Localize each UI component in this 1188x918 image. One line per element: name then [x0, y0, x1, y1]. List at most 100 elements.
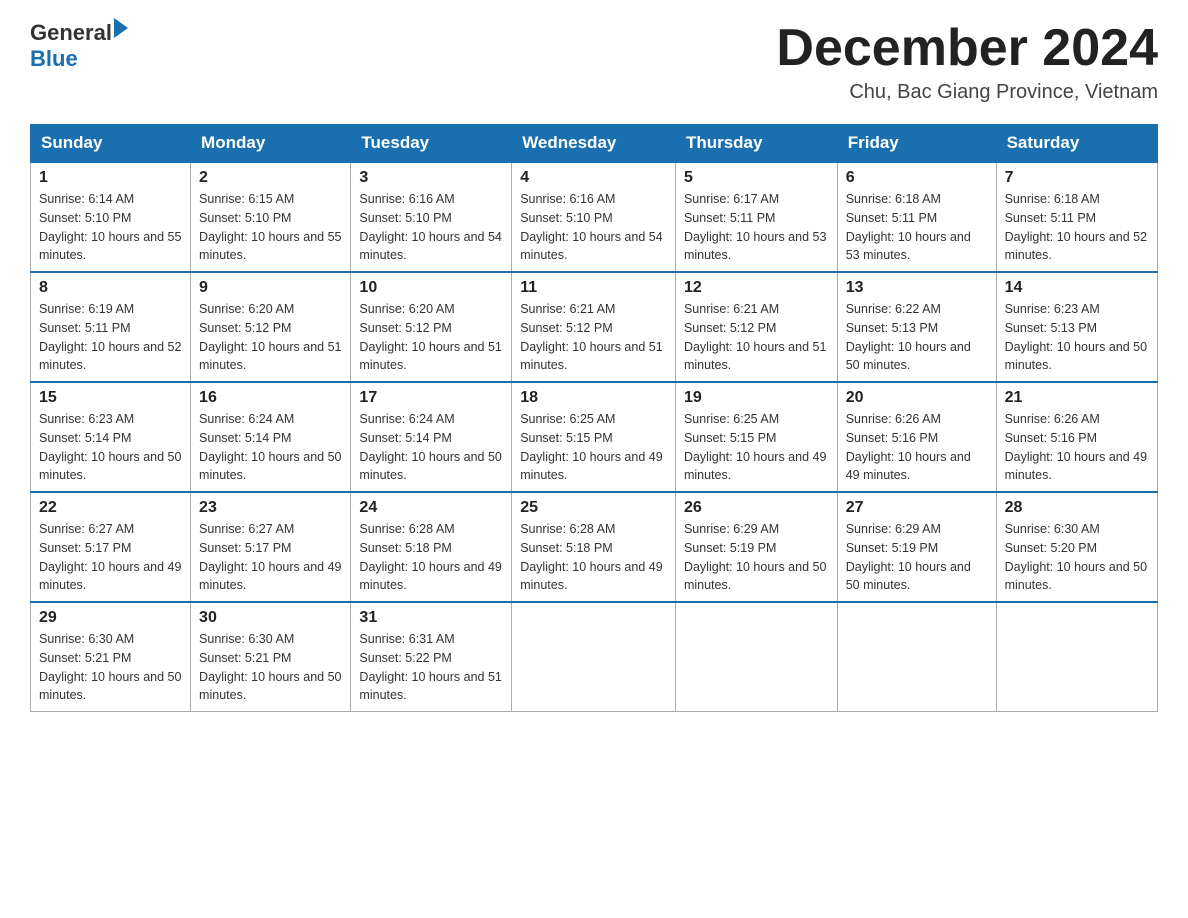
- header-monday: Monday: [191, 125, 351, 163]
- day-number: 27: [846, 499, 988, 517]
- day-number: 28: [1005, 499, 1149, 517]
- calendar-week-row: 1 Sunrise: 6:14 AM Sunset: 5:10 PM Dayli…: [31, 162, 1158, 272]
- calendar-cell: 28 Sunrise: 6:30 AM Sunset: 5:20 PM Dayl…: [996, 492, 1157, 602]
- day-info: Sunrise: 6:16 AM Sunset: 5:10 PM Dayligh…: [520, 190, 667, 265]
- day-info: Sunrise: 6:30 AM Sunset: 5:21 PM Dayligh…: [199, 630, 342, 705]
- weekday-header-row: Sunday Monday Tuesday Wednesday Thursday…: [31, 125, 1158, 163]
- calendar-cell: 7 Sunrise: 6:18 AM Sunset: 5:11 PM Dayli…: [996, 162, 1157, 272]
- day-info: Sunrise: 6:14 AM Sunset: 5:10 PM Dayligh…: [39, 190, 182, 265]
- day-info: Sunrise: 6:26 AM Sunset: 5:16 PM Dayligh…: [1005, 410, 1149, 485]
- logo-triangle-icon: [114, 18, 128, 38]
- calendar-title: December 2024: [776, 20, 1158, 77]
- day-number: 14: [1005, 279, 1149, 297]
- calendar-cell: 6 Sunrise: 6:18 AM Sunset: 5:11 PM Dayli…: [837, 162, 996, 272]
- calendar-cell: 20 Sunrise: 6:26 AM Sunset: 5:16 PM Dayl…: [837, 382, 996, 492]
- day-number: 16: [199, 389, 342, 407]
- day-number: 23: [199, 499, 342, 517]
- calendar-subtitle: Chu, Bac Giang Province, Vietnam: [776, 81, 1158, 104]
- calendar-cell: 21 Sunrise: 6:26 AM Sunset: 5:16 PM Dayl…: [996, 382, 1157, 492]
- calendar-cell: 4 Sunrise: 6:16 AM Sunset: 5:10 PM Dayli…: [512, 162, 676, 272]
- day-number: 3: [359, 169, 503, 187]
- day-info: Sunrise: 6:23 AM Sunset: 5:13 PM Dayligh…: [1005, 300, 1149, 375]
- calendar-cell: 2 Sunrise: 6:15 AM Sunset: 5:10 PM Dayli…: [191, 162, 351, 272]
- day-number: 6: [846, 169, 988, 187]
- day-info: Sunrise: 6:27 AM Sunset: 5:17 PM Dayligh…: [39, 520, 182, 595]
- calendar-cell: [837, 602, 996, 712]
- day-info: Sunrise: 6:15 AM Sunset: 5:10 PM Dayligh…: [199, 190, 342, 265]
- day-info: Sunrise: 6:22 AM Sunset: 5:13 PM Dayligh…: [846, 300, 988, 375]
- calendar-cell: [512, 602, 676, 712]
- logo-general-text: General: [30, 20, 112, 46]
- calendar-cell: 22 Sunrise: 6:27 AM Sunset: 5:17 PM Dayl…: [31, 492, 191, 602]
- day-info: Sunrise: 6:17 AM Sunset: 5:11 PM Dayligh…: [684, 190, 829, 265]
- day-info: Sunrise: 6:24 AM Sunset: 5:14 PM Dayligh…: [199, 410, 342, 485]
- day-info: Sunrise: 6:30 AM Sunset: 5:20 PM Dayligh…: [1005, 520, 1149, 595]
- day-info: Sunrise: 6:18 AM Sunset: 5:11 PM Dayligh…: [1005, 190, 1149, 265]
- day-info: Sunrise: 6:23 AM Sunset: 5:14 PM Dayligh…: [39, 410, 182, 485]
- day-number: 22: [39, 499, 182, 517]
- calendar-cell: 23 Sunrise: 6:27 AM Sunset: 5:17 PM Dayl…: [191, 492, 351, 602]
- calendar-cell: 24 Sunrise: 6:28 AM Sunset: 5:18 PM Dayl…: [351, 492, 512, 602]
- calendar-cell: 14 Sunrise: 6:23 AM Sunset: 5:13 PM Dayl…: [996, 272, 1157, 382]
- calendar-cell: 27 Sunrise: 6:29 AM Sunset: 5:19 PM Dayl…: [837, 492, 996, 602]
- calendar-cell: 15 Sunrise: 6:23 AM Sunset: 5:14 PM Dayl…: [31, 382, 191, 492]
- header-tuesday: Tuesday: [351, 125, 512, 163]
- day-info: Sunrise: 6:20 AM Sunset: 5:12 PM Dayligh…: [359, 300, 503, 375]
- calendar-cell: 17 Sunrise: 6:24 AM Sunset: 5:14 PM Dayl…: [351, 382, 512, 492]
- calendar-cell: 1 Sunrise: 6:14 AM Sunset: 5:10 PM Dayli…: [31, 162, 191, 272]
- day-number: 1: [39, 169, 182, 187]
- day-info: Sunrise: 6:25 AM Sunset: 5:15 PM Dayligh…: [684, 410, 829, 485]
- calendar-cell: 29 Sunrise: 6:30 AM Sunset: 5:21 PM Dayl…: [31, 602, 191, 712]
- logo-blue-text: Blue: [30, 46, 128, 72]
- day-info: Sunrise: 6:29 AM Sunset: 5:19 PM Dayligh…: [684, 520, 829, 595]
- page-header: General Blue December 2024 Chu, Bac Gian…: [30, 20, 1158, 104]
- day-info: Sunrise: 6:16 AM Sunset: 5:10 PM Dayligh…: [359, 190, 503, 265]
- day-info: Sunrise: 6:25 AM Sunset: 5:15 PM Dayligh…: [520, 410, 667, 485]
- day-number: 17: [359, 389, 503, 407]
- calendar-cell: [996, 602, 1157, 712]
- calendar-cell: 12 Sunrise: 6:21 AM Sunset: 5:12 PM Dayl…: [675, 272, 837, 382]
- day-number: 5: [684, 169, 829, 187]
- calendar-cell: 5 Sunrise: 6:17 AM Sunset: 5:11 PM Dayli…: [675, 162, 837, 272]
- day-number: 20: [846, 389, 988, 407]
- day-number: 21: [1005, 389, 1149, 407]
- header-friday: Friday: [837, 125, 996, 163]
- calendar-table: Sunday Monday Tuesday Wednesday Thursday…: [30, 124, 1158, 712]
- calendar-cell: 9 Sunrise: 6:20 AM Sunset: 5:12 PM Dayli…: [191, 272, 351, 382]
- day-info: Sunrise: 6:21 AM Sunset: 5:12 PM Dayligh…: [520, 300, 667, 375]
- day-number: 18: [520, 389, 667, 407]
- day-number: 7: [1005, 169, 1149, 187]
- header-thursday: Thursday: [675, 125, 837, 163]
- day-number: 2: [199, 169, 342, 187]
- calendar-week-row: 29 Sunrise: 6:30 AM Sunset: 5:21 PM Dayl…: [31, 602, 1158, 712]
- title-section: December 2024 Chu, Bac Giang Province, V…: [776, 20, 1158, 104]
- calendar-week-row: 22 Sunrise: 6:27 AM Sunset: 5:17 PM Dayl…: [31, 492, 1158, 602]
- header-wednesday: Wednesday: [512, 125, 676, 163]
- day-number: 25: [520, 499, 667, 517]
- header-sunday: Sunday: [31, 125, 191, 163]
- day-info: Sunrise: 6:19 AM Sunset: 5:11 PM Dayligh…: [39, 300, 182, 375]
- calendar-cell: 11 Sunrise: 6:21 AM Sunset: 5:12 PM Dayl…: [512, 272, 676, 382]
- day-number: 10: [359, 279, 503, 297]
- calendar-cell: 13 Sunrise: 6:22 AM Sunset: 5:13 PM Dayl…: [837, 272, 996, 382]
- calendar-week-row: 8 Sunrise: 6:19 AM Sunset: 5:11 PM Dayli…: [31, 272, 1158, 382]
- calendar-cell: 30 Sunrise: 6:30 AM Sunset: 5:21 PM Dayl…: [191, 602, 351, 712]
- calendar-cell: 19 Sunrise: 6:25 AM Sunset: 5:15 PM Dayl…: [675, 382, 837, 492]
- day-number: 31: [359, 609, 503, 627]
- day-info: Sunrise: 6:26 AM Sunset: 5:16 PM Dayligh…: [846, 410, 988, 485]
- day-info: Sunrise: 6:20 AM Sunset: 5:12 PM Dayligh…: [199, 300, 342, 375]
- logo: General Blue: [30, 20, 128, 72]
- day-info: Sunrise: 6:21 AM Sunset: 5:12 PM Dayligh…: [684, 300, 829, 375]
- day-number: 8: [39, 279, 182, 297]
- day-number: 29: [39, 609, 182, 627]
- day-number: 19: [684, 389, 829, 407]
- day-info: Sunrise: 6:31 AM Sunset: 5:22 PM Dayligh…: [359, 630, 503, 705]
- calendar-cell: 31 Sunrise: 6:31 AM Sunset: 5:22 PM Dayl…: [351, 602, 512, 712]
- day-number: 30: [199, 609, 342, 627]
- day-number: 11: [520, 279, 667, 297]
- calendar-week-row: 15 Sunrise: 6:23 AM Sunset: 5:14 PM Dayl…: [31, 382, 1158, 492]
- day-number: 26: [684, 499, 829, 517]
- day-info: Sunrise: 6:27 AM Sunset: 5:17 PM Dayligh…: [199, 520, 342, 595]
- day-number: 9: [199, 279, 342, 297]
- day-number: 15: [39, 389, 182, 407]
